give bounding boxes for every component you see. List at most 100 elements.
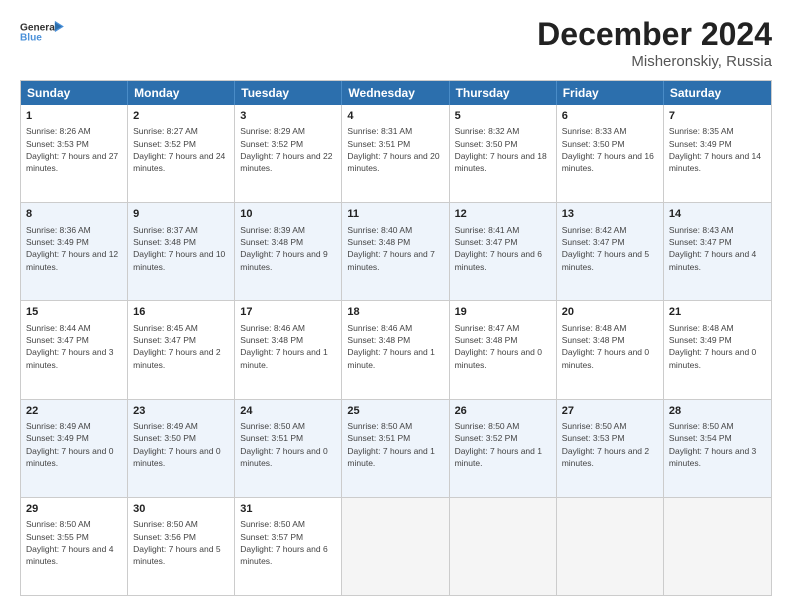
calendar-cell-dec-28: 28Sunrise: 8:50 AM Sunset: 3:54 PM Dayli… bbox=[664, 400, 771, 497]
general-blue-logo: General Blue bbox=[20, 16, 65, 51]
calendar-row-1: 1Sunrise: 8:26 AM Sunset: 3:53 PM Daylig… bbox=[21, 105, 771, 202]
cell-info: Sunrise: 8:48 AM Sunset: 3:48 PM Dayligh… bbox=[562, 322, 658, 371]
day-number: 25 bbox=[347, 404, 443, 419]
day-number: 29 bbox=[26, 502, 122, 517]
calendar-cell-dec-22: 22Sunrise: 8:49 AM Sunset: 3:49 PM Dayli… bbox=[21, 400, 128, 497]
calendar-cell-dec-20: 20 Sunrise: 8:48 AM Sunset: 3:48 PM Dayli… bbox=[557, 301, 664, 398]
calendar-cell-dec-26: 26Sunrise: 8:50 AM Sunset: 3:52 PM Dayli… bbox=[450, 400, 557, 497]
svg-text:General: General bbox=[20, 22, 58, 33]
day-number: 26 bbox=[455, 404, 551, 419]
day-number: 3 bbox=[240, 109, 336, 124]
calendar-cell-dec-4: 4Sunrise: 8:31 AM Sunset: 3:51 PM Daylig… bbox=[342, 105, 449, 202]
subtitle: Misheronskiy, Russia bbox=[537, 53, 772, 70]
calendar-cell-dec-23: 23Sunrise: 8:49 AM Sunset: 3:50 PM Dayli… bbox=[128, 400, 235, 497]
cell-info: Sunrise: 8:45 AM Sunset: 3:47 PM Dayligh… bbox=[133, 322, 229, 371]
cell-info: Sunrise: 8:40 AM Sunset: 3:48 PM Dayligh… bbox=[347, 224, 443, 273]
day-number: 27 bbox=[562, 404, 658, 419]
calendar-cell-dec-17: 17 Sunrise: 8:46 AM Sunset: 3:48 PM Dayli… bbox=[235, 301, 342, 398]
day-number: 11 bbox=[347, 207, 443, 222]
calendar-cell-dec-5: 5Sunrise: 8:32 AM Sunset: 3:50 PM Daylig… bbox=[450, 105, 557, 202]
empty-cell bbox=[450, 498, 557, 595]
day-number: 9 bbox=[133, 207, 229, 222]
calendar-cell-dec-21: 21Sunrise: 8:48 AM Sunset: 3:49 PM Dayli… bbox=[664, 301, 771, 398]
calendar-cell-dec-29: 29Sunrise: 8:50 AM Sunset: 3:55 PM Dayli… bbox=[21, 498, 128, 595]
logo: General Blue bbox=[20, 16, 65, 51]
day-number: 10 bbox=[240, 207, 336, 222]
cell-info: Sunrise: 8:49 AM Sunset: 3:50 PM Dayligh… bbox=[133, 420, 229, 469]
header-day-tuesday: Tuesday bbox=[235, 81, 342, 105]
day-number: 19 bbox=[455, 305, 551, 320]
day-number: 1 bbox=[26, 109, 122, 124]
cell-info: Sunrise: 8:50 AM Sunset: 3:52 PM Dayligh… bbox=[455, 420, 551, 469]
cell-info: Sunrise: 8:41 AM Sunset: 3:47 PM Dayligh… bbox=[455, 224, 551, 273]
cell-info: Sunrise: 8:32 AM Sunset: 3:50 PM Dayligh… bbox=[455, 125, 551, 174]
calendar-cell-dec-19: 19 Sunrise: 8:47 AM Sunset: 3:48 PM Dayli… bbox=[450, 301, 557, 398]
calendar-cell-dec-15: 15Sunrise: 8:44 AM Sunset: 3:47 PM Dayli… bbox=[21, 301, 128, 398]
calendar-cell-dec-11: 11 Sunrise: 8:40 AM Sunset: 3:48 PM Dayli… bbox=[342, 203, 449, 300]
cell-info: Sunrise: 8:50 AM Sunset: 3:53 PM Dayligh… bbox=[562, 420, 658, 469]
header-day-friday: Friday bbox=[557, 81, 664, 105]
calendar-cell-dec-1: 1Sunrise: 8:26 AM Sunset: 3:53 PM Daylig… bbox=[21, 105, 128, 202]
calendar-cell-dec-24: 24Sunrise: 8:50 AM Sunset: 3:51 PM Dayli… bbox=[235, 400, 342, 497]
calendar-cell-dec-7: 7Sunrise: 8:35 AM Sunset: 3:49 PM Daylig… bbox=[664, 105, 771, 202]
day-number: 13 bbox=[562, 207, 658, 222]
cell-info: Sunrise: 8:48 AM Sunset: 3:49 PM Dayligh… bbox=[669, 322, 766, 371]
cell-info: Sunrise: 8:50 AM Sunset: 3:54 PM Dayligh… bbox=[669, 420, 766, 469]
cell-info: Sunrise: 8:46 AM Sunset: 3:48 PM Dayligh… bbox=[240, 322, 336, 371]
day-number: 20 bbox=[562, 305, 658, 320]
calendar-cell-dec-6: 6Sunrise: 8:33 AM Sunset: 3:50 PM Daylig… bbox=[557, 105, 664, 202]
cell-info: Sunrise: 8:50 AM Sunset: 3:56 PM Dayligh… bbox=[133, 518, 229, 567]
header-day-monday: Monday bbox=[128, 81, 235, 105]
cell-info: Sunrise: 8:29 AM Sunset: 3:52 PM Dayligh… bbox=[240, 125, 336, 174]
cell-info: Sunrise: 8:46 AM Sunset: 3:48 PM Dayligh… bbox=[347, 322, 443, 371]
calendar-cell-dec-27: 27Sunrise: 8:50 AM Sunset: 3:53 PM Dayli… bbox=[557, 400, 664, 497]
cell-info: Sunrise: 8:31 AM Sunset: 3:51 PM Dayligh… bbox=[347, 125, 443, 174]
day-number: 22 bbox=[26, 404, 122, 419]
calendar-cell-dec-14: 14Sunrise: 8:43 AM Sunset: 3:47 PM Dayli… bbox=[664, 203, 771, 300]
day-number: 5 bbox=[455, 109, 551, 124]
cell-info: Sunrise: 8:49 AM Sunset: 3:49 PM Dayligh… bbox=[26, 420, 122, 469]
calendar: SundayMondayTuesdayWednesdayThursdayFrid… bbox=[20, 80, 772, 596]
cell-info: Sunrise: 8:50 AM Sunset: 3:51 PM Dayligh… bbox=[347, 420, 443, 469]
day-number: 6 bbox=[562, 109, 658, 124]
cell-info: Sunrise: 8:36 AM Sunset: 3:49 PM Dayligh… bbox=[26, 224, 122, 273]
day-number: 17 bbox=[240, 305, 336, 320]
calendar-row-4: 22Sunrise: 8:49 AM Sunset: 3:49 PM Dayli… bbox=[21, 399, 771, 497]
empty-cell bbox=[664, 498, 771, 595]
day-number: 18 bbox=[347, 305, 443, 320]
calendar-cell-dec-10: 10Sunrise: 8:39 AM Sunset: 3:48 PM Dayli… bbox=[235, 203, 342, 300]
cell-info: Sunrise: 8:37 AM Sunset: 3:48 PM Dayligh… bbox=[133, 224, 229, 273]
calendar-cell-dec-16: 16 Sunrise: 8:45 AM Sunset: 3:47 PM Dayli… bbox=[128, 301, 235, 398]
day-number: 23 bbox=[133, 404, 229, 419]
title-block: December 2024 Misheronskiy, Russia bbox=[537, 16, 772, 70]
calendar-row-3: 15Sunrise: 8:44 AM Sunset: 3:47 PM Dayli… bbox=[21, 300, 771, 398]
svg-text:Blue: Blue bbox=[20, 33, 42, 44]
calendar-cell-dec-18: 18 Sunrise: 8:46 AM Sunset: 3:48 PM Dayli… bbox=[342, 301, 449, 398]
calendar-row-2: 8 Sunrise: 8:36 AM Sunset: 3:49 PM Daylig… bbox=[21, 202, 771, 300]
calendar-cell-dec-31: 31Sunrise: 8:50 AM Sunset: 3:57 PM Dayli… bbox=[235, 498, 342, 595]
calendar-cell-dec-3: 3Sunrise: 8:29 AM Sunset: 3:52 PM Daylig… bbox=[235, 105, 342, 202]
calendar-cell-dec-12: 12 Sunrise: 8:41 AM Sunset: 3:47 PM Dayli… bbox=[450, 203, 557, 300]
page: General Blue December 2024 Misheronskiy,… bbox=[0, 0, 792, 612]
cell-info: Sunrise: 8:50 AM Sunset: 3:57 PM Dayligh… bbox=[240, 518, 336, 567]
empty-cell bbox=[342, 498, 449, 595]
calendar-row-5: 29Sunrise: 8:50 AM Sunset: 3:55 PM Dayli… bbox=[21, 497, 771, 595]
cell-info: Sunrise: 8:42 AM Sunset: 3:47 PM Dayligh… bbox=[562, 224, 658, 273]
header-day-wednesday: Wednesday bbox=[342, 81, 449, 105]
day-number: 30 bbox=[133, 502, 229, 517]
calendar-cell-dec-2: 2Sunrise: 8:27 AM Sunset: 3:52 PM Daylig… bbox=[128, 105, 235, 202]
day-number: 16 bbox=[133, 305, 229, 320]
calendar-cell-dec-8: 8 Sunrise: 8:36 AM Sunset: 3:49 PM Daylig… bbox=[21, 203, 128, 300]
day-number: 4 bbox=[347, 109, 443, 124]
cell-info: Sunrise: 8:50 AM Sunset: 3:51 PM Dayligh… bbox=[240, 420, 336, 469]
cell-info: Sunrise: 8:47 AM Sunset: 3:48 PM Dayligh… bbox=[455, 322, 551, 371]
cell-info: Sunrise: 8:33 AM Sunset: 3:50 PM Dayligh… bbox=[562, 125, 658, 174]
calendar-cell-dec-30: 30Sunrise: 8:50 AM Sunset: 3:56 PM Dayli… bbox=[128, 498, 235, 595]
header: General Blue December 2024 Misheronskiy,… bbox=[20, 16, 772, 70]
day-number: 12 bbox=[455, 207, 551, 222]
calendar-cell-dec-25: 25Sunrise: 8:50 AM Sunset: 3:51 PM Dayli… bbox=[342, 400, 449, 497]
day-number: 28 bbox=[669, 404, 766, 419]
calendar-header: SundayMondayTuesdayWednesdayThursdayFrid… bbox=[21, 81, 771, 105]
calendar-body: 1Sunrise: 8:26 AM Sunset: 3:53 PM Daylig… bbox=[21, 105, 771, 595]
day-number: 8 bbox=[26, 207, 122, 222]
